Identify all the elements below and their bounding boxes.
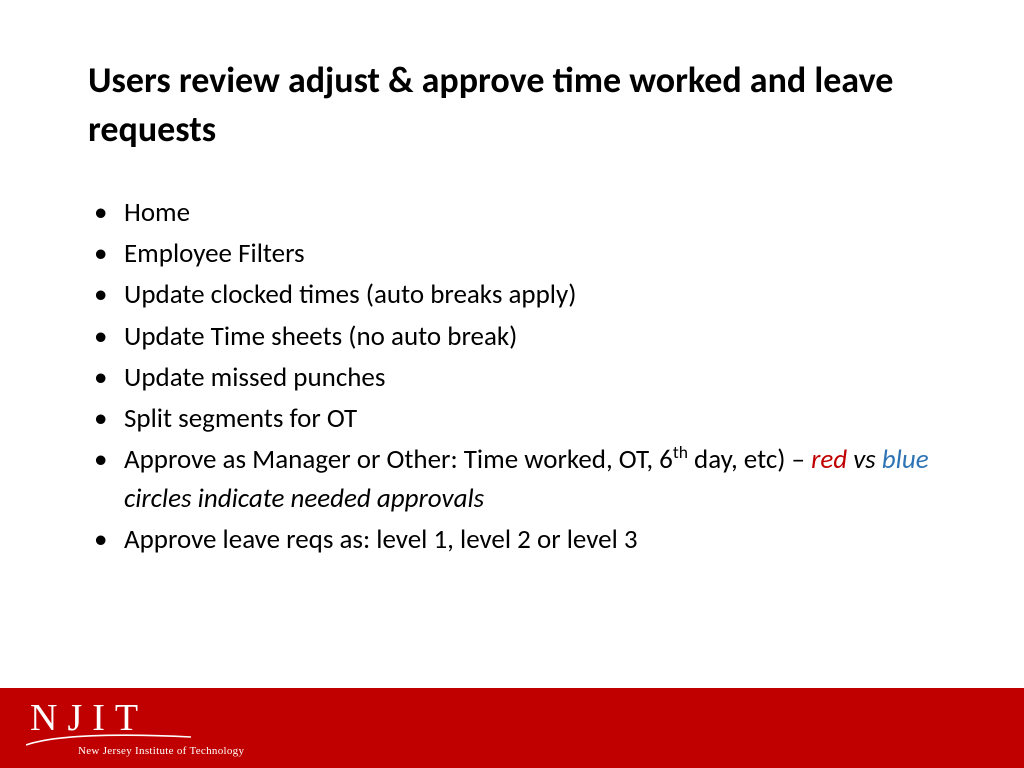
slide-title: Users review adjust & approve time worke…: [88, 56, 936, 153]
list-item: Update clocked times (auto breaks apply): [124, 275, 936, 314]
bullet-list: Home Employee Filters Update clocked tim…: [88, 193, 936, 559]
list-item: Update missed punches: [124, 358, 936, 397]
list-item: Split segments for OT: [124, 399, 936, 438]
text-red: red: [811, 443, 847, 476]
list-item: Approve as Manager or Other: Time worked…: [124, 440, 936, 518]
text-segment: circles indicate needed approvals: [124, 482, 484, 515]
list-item: Update Time sheets (no auto break): [124, 317, 936, 356]
list-item: Approve leave reqs as: level 1, level 2 …: [124, 520, 936, 559]
logo-swoosh-icon: [26, 733, 191, 745]
text-segment: Approve as Manager or Other: Time worked…: [124, 443, 673, 476]
list-item: Home: [124, 193, 936, 232]
text-segment: day, etc) –: [688, 443, 811, 476]
slide-content: Users review adjust & approve time worke…: [0, 0, 1024, 559]
superscript: th: [673, 441, 688, 463]
footer-bar: NJIT New Jersey Institute of Technology: [0, 682, 1024, 768]
text-blue: blue: [882, 443, 929, 476]
njit-logo: NJIT New Jersey Institute of Technology: [30, 699, 244, 757]
list-item: Employee Filters: [124, 234, 936, 273]
logo-letters: NJIT: [30, 699, 244, 737]
text-segment: vs: [847, 443, 882, 476]
